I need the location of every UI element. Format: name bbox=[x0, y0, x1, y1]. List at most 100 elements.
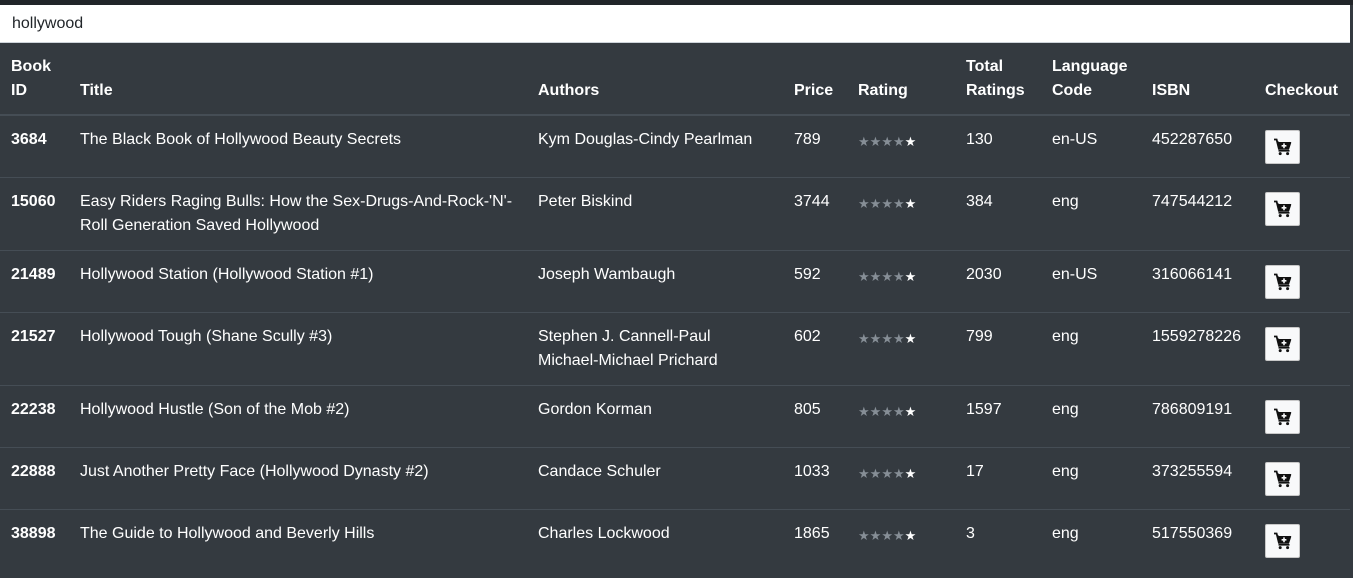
add-to-cart-button[interactable] bbox=[1265, 462, 1300, 496]
title-cell: The Guide to Hollywood and Beverly Hills bbox=[69, 509, 527, 571]
cart-plus-icon bbox=[1273, 199, 1293, 219]
checkout-cell bbox=[1254, 509, 1350, 571]
star-rating: ★★★★★ bbox=[858, 331, 916, 346]
table-row: 22888 Just Another Pretty Face (Hollywood… bbox=[0, 447, 1350, 510]
header-book-id[interactable]: Book ID bbox=[0, 43, 69, 116]
price-cell: 1033 bbox=[783, 447, 847, 510]
price-cell: 602 bbox=[783, 312, 847, 386]
star-icon: ★ bbox=[869, 196, 882, 211]
checkout-cell bbox=[1254, 385, 1350, 448]
header-title[interactable]: Title bbox=[69, 43, 527, 116]
isbn-cell: 452287650 bbox=[1152, 131, 1233, 148]
header-price[interactable]: Price bbox=[783, 43, 847, 116]
books-table: Book ID Title Authors Price Rating Total R… bbox=[0, 43, 1350, 571]
isbn-cell: 316066141 bbox=[1141, 250, 1254, 313]
table-row: 22238 Hollywood Hustle (Son of the Mob #2… bbox=[0, 385, 1350, 448]
star-icon: ★ bbox=[904, 269, 917, 284]
star-icon: ★ bbox=[869, 404, 882, 419]
search-input[interactable] bbox=[0, 5, 1350, 42]
star-rating: ★★★★★ bbox=[858, 404, 916, 419]
checkout-cell bbox=[1254, 250, 1350, 313]
language-code-cell: eng bbox=[1041, 509, 1141, 571]
star-icon: ★ bbox=[881, 528, 893, 543]
star-icon: ★ bbox=[869, 134, 882, 149]
star-icon: ★ bbox=[858, 528, 870, 543]
cart-plus-icon bbox=[1273, 137, 1293, 157]
rating-cell: ★★★★★ bbox=[847, 509, 955, 571]
authors-cell: Peter Biskind bbox=[527, 177, 783, 251]
table-row: 21527 Hollywood Tough (Shane Scully #3) St… bbox=[0, 312, 1350, 386]
header-total-ratings[interactable]: Total Ratings bbox=[955, 43, 1041, 116]
add-to-cart-button[interactable] bbox=[1265, 130, 1300, 164]
add-to-cart-button[interactable] bbox=[1265, 192, 1300, 226]
checkout-cell bbox=[1254, 447, 1350, 510]
total-ratings-cell: 1597 bbox=[955, 385, 1041, 448]
table-header-row: Book ID Title Authors Price Rating Total R… bbox=[0, 43, 1350, 116]
star-icon: ★ bbox=[904, 404, 917, 419]
language-code-cell: en-US bbox=[1041, 250, 1141, 313]
table-row: 38898 The Guide to Hollywood and Beverly … bbox=[0, 509, 1350, 571]
star-icon: ★ bbox=[869, 528, 882, 543]
authors-cell: Gordon Korman bbox=[527, 385, 783, 448]
price-cell: 805 bbox=[783, 385, 847, 448]
title-cell: Just Another Pretty Face (Hollywood Dyna… bbox=[69, 447, 527, 510]
book-id-cell: 22238 bbox=[0, 385, 69, 448]
cart-plus-icon bbox=[1273, 334, 1293, 354]
star-icon: ★ bbox=[869, 466, 882, 481]
rating-cell: ★★★★★ bbox=[847, 447, 955, 510]
price-cell: 1865 bbox=[783, 509, 847, 571]
table-row: 3684 The Black Book of Hollywood Beauty S… bbox=[0, 115, 1350, 178]
add-to-cart-button[interactable] bbox=[1265, 265, 1300, 299]
star-icon: ★ bbox=[904, 134, 917, 149]
add-to-cart-button[interactable] bbox=[1265, 400, 1300, 434]
table-row: 15060 Easy Riders Raging Bulls: How the S… bbox=[0, 177, 1350, 251]
title-cell: Hollywood Tough (Shane Scully #3) bbox=[69, 312, 527, 386]
cart-plus-icon bbox=[1273, 531, 1293, 551]
authors-cell: Charles Lockwood bbox=[527, 509, 783, 571]
star-icon: ★ bbox=[892, 331, 905, 346]
rating-cell: ★★★★★ bbox=[847, 115, 955, 178]
authors-cell: Candace Schuler bbox=[527, 447, 783, 510]
checkout-cell bbox=[1254, 115, 1350, 178]
star-icon: ★ bbox=[881, 331, 893, 346]
star-icon: ★ bbox=[892, 528, 905, 543]
star-icon: ★ bbox=[858, 134, 870, 149]
add-to-cart-button[interactable] bbox=[1265, 327, 1300, 361]
price-cell: 592 bbox=[783, 250, 847, 313]
star-rating: ★★★★★ bbox=[858, 196, 916, 211]
language-code-cell: eng bbox=[1041, 447, 1141, 510]
book-id-cell: 38898 bbox=[0, 509, 69, 571]
language-code-cell: eng bbox=[1041, 312, 1141, 386]
star-icon: ★ bbox=[881, 404, 893, 419]
language-code-cell: eng bbox=[1041, 385, 1141, 448]
star-icon: ★ bbox=[858, 466, 870, 481]
table-row: 21489 Hollywood Station (Hollywood Statio… bbox=[0, 250, 1350, 313]
checkout-cell bbox=[1254, 177, 1350, 251]
total-ratings-cell: 384 bbox=[955, 177, 1041, 251]
header-language-code[interactable]: Language Code bbox=[1041, 43, 1141, 116]
star-icon: ★ bbox=[892, 404, 905, 419]
header-rating[interactable]: Rating bbox=[847, 43, 955, 116]
book-id-cell: 22888 bbox=[0, 447, 69, 510]
star-rating: ★★★★★ bbox=[858, 528, 916, 543]
book-id-cell: 21489 bbox=[0, 250, 69, 313]
star-icon: ★ bbox=[881, 269, 893, 284]
star-icon: ★ bbox=[858, 331, 870, 346]
star-rating: ★★★★★ bbox=[858, 269, 916, 284]
title-cell: The Black Book of Hollywood Beauty Secre… bbox=[80, 131, 402, 148]
authors-cell: Joseph Wambaugh bbox=[527, 250, 783, 313]
isbn-cell: 373255594 bbox=[1141, 447, 1254, 510]
star-icon: ★ bbox=[904, 196, 917, 211]
rating-cell: ★★★★★ bbox=[847, 250, 955, 313]
add-to-cart-button[interactable] bbox=[1265, 524, 1300, 558]
isbn-cell: 517550369 bbox=[1141, 509, 1254, 571]
price-cell: 3744 bbox=[783, 177, 847, 251]
header-isbn[interactable]: ISBN bbox=[1141, 43, 1254, 116]
search-bar bbox=[0, 5, 1350, 43]
authors-cell: Kym Douglas-Cindy Pearlman bbox=[538, 131, 753, 148]
isbn-cell: 786809191 bbox=[1141, 385, 1254, 448]
total-ratings-cell: 799 bbox=[955, 312, 1041, 386]
star-icon: ★ bbox=[892, 466, 905, 481]
total-ratings-cell: 130 bbox=[966, 131, 993, 148]
header-authors[interactable]: Authors bbox=[527, 43, 783, 116]
